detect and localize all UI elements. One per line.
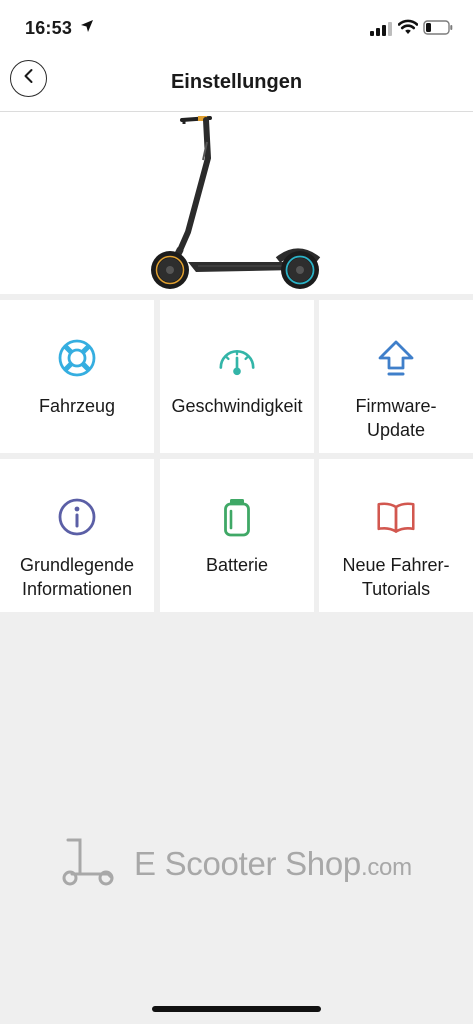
watermark-brand-text: E Scooter Shop: [134, 845, 361, 882]
info-circle-icon: [57, 497, 97, 537]
tile-speed[interactable]: Geschwindigkeit: [160, 300, 314, 453]
tile-vehicle-label: Fahrzeug: [38, 396, 116, 416]
scooter-image-panel: [0, 112, 473, 294]
battery-icon: [217, 497, 257, 537]
tile-basic-info[interactable]: Grundlegende Informationen: [0, 459, 154, 612]
battery-low-icon: [423, 20, 453, 40]
home-indicator[interactable]: [152, 1006, 321, 1012]
tile-firmware-update-label: Firmware- Update: [355, 396, 437, 440]
arrow-up-icon: [376, 338, 416, 378]
status-bar: 16:53: [0, 0, 473, 56]
tile-new-rider-tutorials[interactable]: Neue Fahrer- Tutorials: [319, 459, 473, 612]
watermark-brand: E Scooter Shop.com: [134, 845, 412, 883]
tile-firmware-update[interactable]: Firmware- Update: [319, 300, 473, 453]
speedometer-icon: [217, 338, 257, 378]
watermark-suffix: .com: [360, 854, 412, 881]
tile-battery-label: Batterie: [205, 555, 269, 575]
tile-new-rider-tutorials-label: Neue Fahrer- Tutorials: [342, 555, 450, 599]
scooter-image: [151, 116, 321, 289]
page-title: Einstellungen: [170, 71, 303, 93]
tile-vehicle[interactable]: Fahrzeug: [0, 300, 154, 453]
status-time: 16:53: [25, 18, 73, 38]
tile-speed-label: Geschwindigkeit: [171, 396, 303, 416]
location-arrow-icon: [80, 19, 94, 38]
navigation-bar: Einstellungen: [0, 56, 473, 112]
open-book-icon: [376, 497, 416, 537]
scooter-logo-icon: [60, 836, 118, 893]
wifi-icon: [397, 19, 419, 40]
tile-battery[interactable]: Batterie: [160, 459, 314, 612]
tile-basic-info-label: Grundlegende Informationen: [19, 555, 135, 599]
lifebuoy-icon: [57, 338, 97, 378]
watermark: E Scooter Shop.com: [60, 836, 412, 892]
signal-bars-icon: [370, 22, 392, 41]
